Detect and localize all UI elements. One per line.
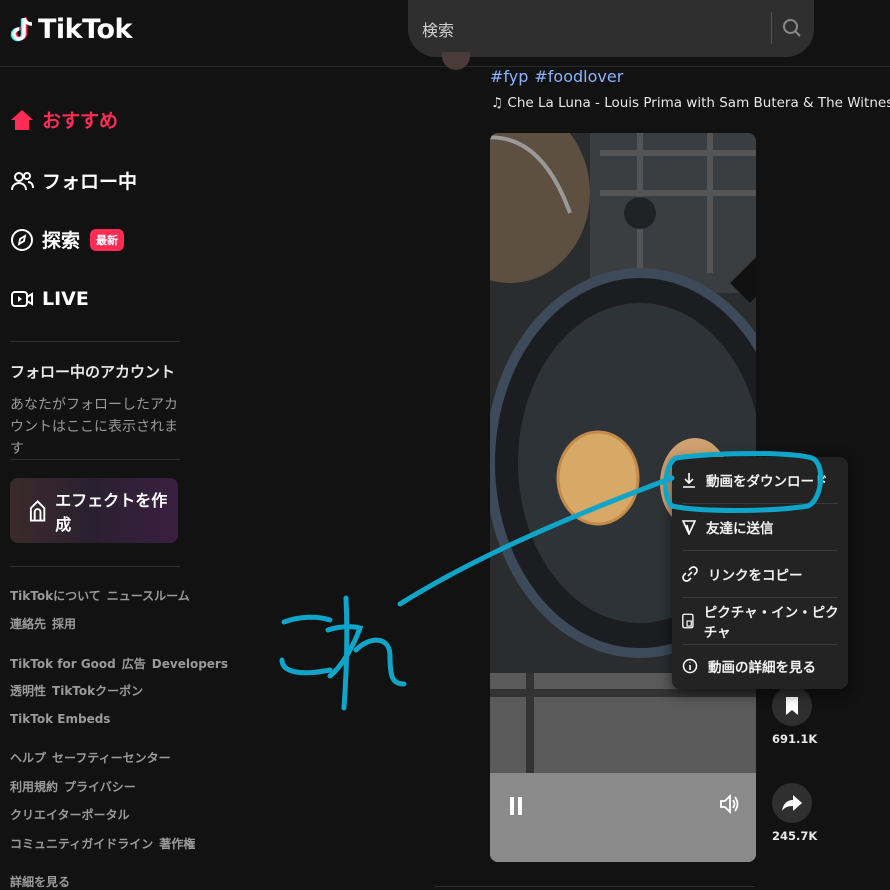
footer-link[interactable]: クリエイターポータル: [10, 808, 130, 822]
bookmark-action: 691.1K: [772, 686, 818, 746]
following-section-desc: あなたがフォローしたアカウントはここに表示されます: [10, 397, 178, 457]
footer-link[interactable]: Developers: [152, 657, 228, 671]
video-context-menu: 動画をダウンロード 友達に送信 リンクをコピー ピクチャ・イン・ピクチャ 動画の…: [672, 457, 848, 689]
footer-links-row: コミュニティガイドライン 著作権: [10, 835, 201, 852]
menu-item-label: リンクをコピー: [708, 568, 803, 584]
footer-link[interactable]: 透明性: [10, 684, 46, 698]
footer-link[interactable]: TikTokについて: [10, 589, 101, 603]
footer-links-row: TikTok for Good 広告 Developers: [10, 655, 234, 672]
create-effect-label: エフェクトを作成: [55, 490, 168, 534]
share-count: 245.7K: [772, 829, 818, 843]
sidebar-item-label: 探索: [42, 230, 81, 252]
share-icon: [782, 795, 802, 811]
sidebar-item-label: おすすめ: [42, 110, 119, 132]
footer-link[interactable]: ニュースルーム: [107, 589, 190, 603]
info-icon: [682, 658, 698, 674]
see-more-link[interactable]: 詳細を見る: [10, 875, 70, 889]
bookmark-count: 691.1K: [772, 732, 818, 746]
feed-divider: [435, 886, 755, 887]
post-music[interactable]: ♫ Che La Luna - Louis Prima with Sam But…: [491, 95, 890, 111]
footer-links-row: 詳細を見る: [10, 873, 76, 890]
footer-link[interactable]: コミュニティガイドライン: [10, 837, 153, 851]
sidebar-item-for-you[interactable]: おすすめ: [10, 106, 118, 133]
bookmark-icon: [786, 697, 798, 715]
author-avatar[interactable]: [442, 52, 470, 70]
share-action: 245.7K: [772, 783, 818, 843]
footer-links-row: TikTok Embeds: [10, 712, 116, 726]
footer-link[interactable]: 採用: [52, 617, 76, 631]
footer-link[interactable]: 著作権: [159, 837, 195, 851]
footer-links-row: 連絡先 採用: [10, 615, 82, 632]
sidebar-item-live[interactable]: LIVE: [10, 287, 89, 311]
send-icon: [682, 520, 696, 535]
footer-link[interactable]: 利用規約: [10, 780, 58, 794]
pause-icon[interactable]: [508, 795, 524, 817]
footer-link[interactable]: TikTokクーポン: [52, 684, 143, 698]
sidebar-divider: [10, 459, 180, 460]
menu-item-download[interactable]: 動画をダウンロード: [672, 457, 840, 503]
bookmark-button[interactable]: [772, 686, 812, 726]
sidebar-item-following[interactable]: フォロー中: [10, 167, 137, 194]
sidebar-item-label: LIVE: [42, 288, 89, 310]
search-divider: [771, 12, 772, 44]
link-icon: [682, 566, 698, 582]
menu-item-label: 友達に送信: [706, 521, 774, 537]
search-input[interactable]: 検索: [422, 17, 454, 41]
create-effect-button[interactable]: エフェクトを作成: [10, 478, 178, 543]
footer-link[interactable]: 広告: [122, 657, 146, 671]
pip-icon: [682, 613, 694, 629]
footer-link[interactable]: ヘルプ: [10, 751, 46, 765]
logo-text: TikTok: [38, 14, 132, 45]
footer-link[interactable]: 連絡先: [10, 617, 46, 631]
live-icon: [11, 291, 33, 307]
following-section-title: フォロー中のアカウント: [10, 363, 176, 381]
hashtag-link[interactable]: #fyp: [490, 67, 528, 86]
menu-item-picture-in-picture[interactable]: ピクチャ・イン・ピクチャ: [672, 598, 840, 644]
footer-link[interactable]: TikTok for Good: [10, 657, 116, 671]
menu-item-label: 動画をダウンロード: [706, 474, 828, 490]
sidebar-divider: [10, 341, 180, 342]
menu-item-copy-link[interactable]: リンクをコピー: [672, 551, 840, 597]
search-bar[interactable]: 検索: [408, 0, 814, 57]
hashtag-link[interactable]: #foodlover: [534, 67, 623, 86]
menu-item-send[interactable]: 友達に送信: [672, 504, 840, 550]
music-note-icon: ♫: [491, 95, 504, 111]
footer-links-row: クリエイターポータル: [10, 806, 136, 823]
sidebar-divider: [10, 566, 180, 567]
tiktok-note-icon: [10, 16, 33, 41]
effect-house-icon: [29, 499, 46, 522]
footer-link[interactable]: プライバシー: [64, 780, 136, 794]
new-badge: 最新: [90, 228, 125, 251]
menu-item-label: ピクチャ・イン・ピクチャ: [703, 605, 839, 641]
volume-icon[interactable]: [718, 793, 740, 815]
sidebar-item-explore[interactable]: 探索 最新: [10, 226, 125, 253]
search-icon[interactable]: [782, 18, 802, 38]
footer-link[interactable]: TikTok Embeds: [10, 712, 110, 726]
home-icon: [11, 109, 33, 130]
share-button[interactable]: [772, 783, 812, 823]
footer-links-row: 透明性 TikTokクーポン: [10, 682, 149, 699]
post-hashtags: #fyp #foodlover: [490, 67, 629, 86]
menu-item-video-details[interactable]: 動画の詳細を見る: [672, 643, 840, 689]
footer-links-row: ヘルプ セーフティーセンター: [10, 749, 177, 766]
tiktok-logo[interactable]: TikTok: [10, 14, 132, 45]
footer-link[interactable]: セーフティーセンター: [52, 751, 171, 765]
menu-item-label: 動画の詳細を見る: [708, 660, 816, 676]
compass-icon: [11, 228, 33, 251]
sidebar: おすすめ フォロー中 探索 最新 LIVE フォロー中のアカウント あなたがフォ…: [0, 66, 228, 890]
music-title: Che La Luna - Louis Prima with Sam Buter…: [507, 95, 890, 111]
sidebar-item-label: フォロー中: [42, 171, 138, 193]
footer-links-row: TikTokについて ニュースルーム: [10, 587, 196, 604]
people-icon: [11, 171, 34, 190]
footer-links-row: 利用規約 プライバシー: [10, 778, 142, 795]
download-icon: [683, 473, 695, 488]
